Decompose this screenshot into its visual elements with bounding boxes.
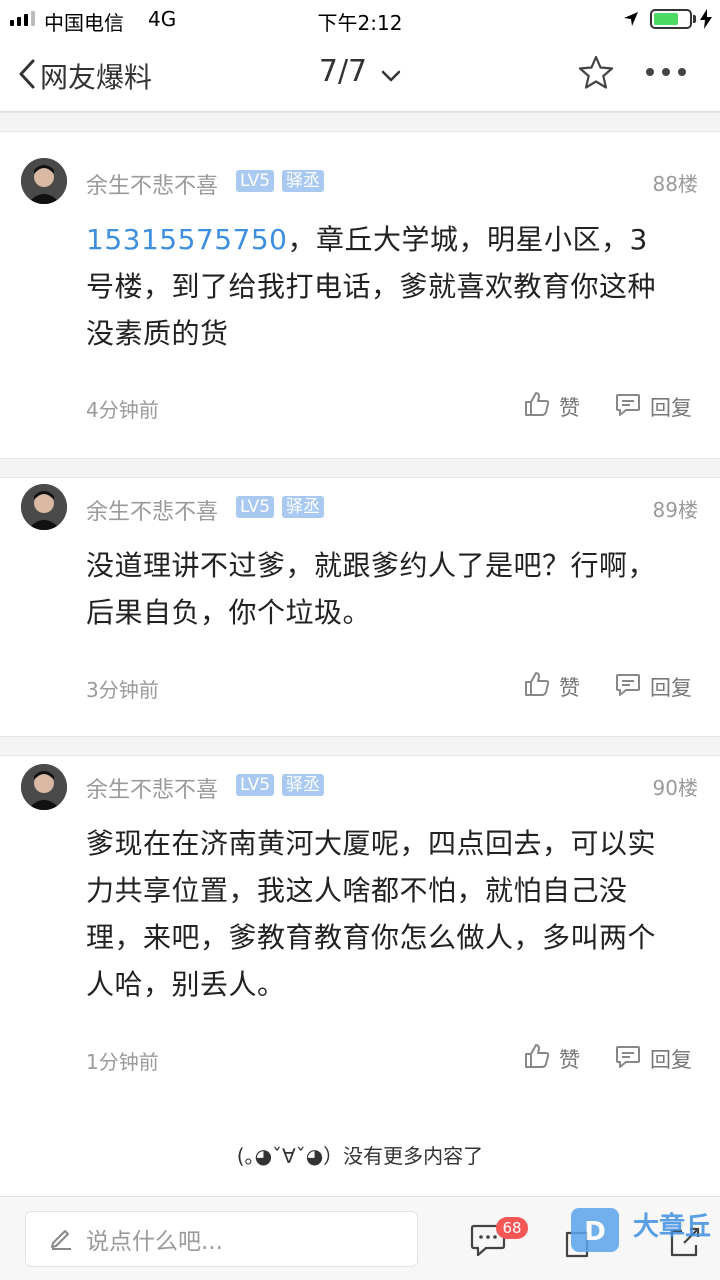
comment-input[interactable]: 说点什么吧... [25,1211,418,1267]
comment-text: 15315575750，章丘大学城，明星小区，3号楼，到了给我打电话，爹就喜欢教… [86,216,676,357]
reply-icon [614,390,642,423]
title-badge: 驿丞 [282,496,324,518]
watermark-text: 大章丘 [633,1212,712,1242]
reply-label: 回复 [650,395,692,420]
comment-item: 余生不悲不喜 LV5 驿丞 90楼 爹现在在济南黄河大厦呢，四点回去，可以实力共… [0,756,720,1126]
more-icon[interactable] [646,68,686,76]
like-label: 赞 [559,675,580,700]
no-more-content-note: (｡◕ˇ∀ˇ◕）没有更多内容了 [236,1144,484,1168]
nav-bar: 网友爆料 7/7 [0,38,720,112]
pencil-icon [48,1224,74,1254]
star-icon[interactable] [577,54,615,96]
avatar[interactable] [21,764,67,810]
separator [0,112,720,132]
charging-bolt-icon [700,9,712,34]
chevron-down-icon [381,55,401,90]
level-badge: LV5 [236,774,275,796]
floor-number: 88楼 [652,172,698,196]
comment-item: 余生不悲不喜 LV5 驿丞 89楼 没道理讲不过爹，就跟爹约人了是吧？行啊，后果… [0,478,720,736]
like-button[interactable]: 赞 [523,390,580,423]
like-button[interactable]: 赞 [523,670,580,703]
location-arrow-icon [622,9,640,33]
battery-tip [693,15,696,23]
watermark-logo: D [571,1208,619,1252]
comment-time: 4分钟前 [86,398,159,422]
username[interactable]: 余生不悲不喜 [86,494,218,526]
comment-count-badge: 68 [496,1217,528,1239]
reply-icon [614,670,642,703]
reply-button[interactable]: 回复 [614,1042,692,1075]
phone-link[interactable]: 15315575750 [86,223,287,256]
like-label: 赞 [559,1047,580,1072]
floor-number: 89楼 [652,498,698,522]
comment-input-placeholder: 说点什么吧... [86,1229,223,1255]
like-label: 赞 [559,395,580,420]
status-time: 下午2:12 [317,11,403,35]
thumbs-up-icon [523,390,551,423]
status-bar: 中国电信 4G 下午2:12 [0,0,720,38]
thumbs-up-icon [523,1042,551,1075]
comment-time: 3分钟前 [86,678,159,702]
battery-icon [650,9,692,29]
thumbs-up-icon [523,670,551,703]
comment-item: 余生不悲不喜 LV5 驿丞 88楼 15315575750，章丘大学城，明星小区… [0,132,720,458]
reply-icon [614,1042,642,1075]
username[interactable]: 余生不悲不喜 [86,772,218,804]
reply-label: 回复 [650,1047,692,1072]
level-badge: LV5 [236,170,275,192]
separator [0,458,720,478]
title-badge: 驿丞 [282,774,324,796]
comment-text: 没道理讲不过爹，就跟爹约人了是吧？行啊，后果自负，你个垃圾。 [86,549,657,629]
comment-time: 1分钟前 [86,1050,159,1074]
username[interactable]: 余生不悲不喜 [86,168,218,200]
separator [0,736,720,756]
floor-number: 90楼 [652,776,698,800]
avatar[interactable] [21,484,67,530]
level-badge: LV5 [236,496,275,518]
like-button[interactable]: 赞 [523,1042,580,1075]
page-indicator-text: 7/7 [318,54,368,89]
reply-button[interactable]: 回复 [614,670,692,703]
comment-text: 爹现在在济南黄河大厦呢，四点回去，可以实力共享位置，我这人啥都不怕，就怕自己没理… [86,827,657,1001]
svg-text:D: D [584,1217,606,1247]
reply-label: 回复 [650,675,692,700]
reply-button[interactable]: 回复 [614,390,692,423]
avatar[interactable] [21,158,67,204]
title-badge: 驿丞 [282,170,324,192]
